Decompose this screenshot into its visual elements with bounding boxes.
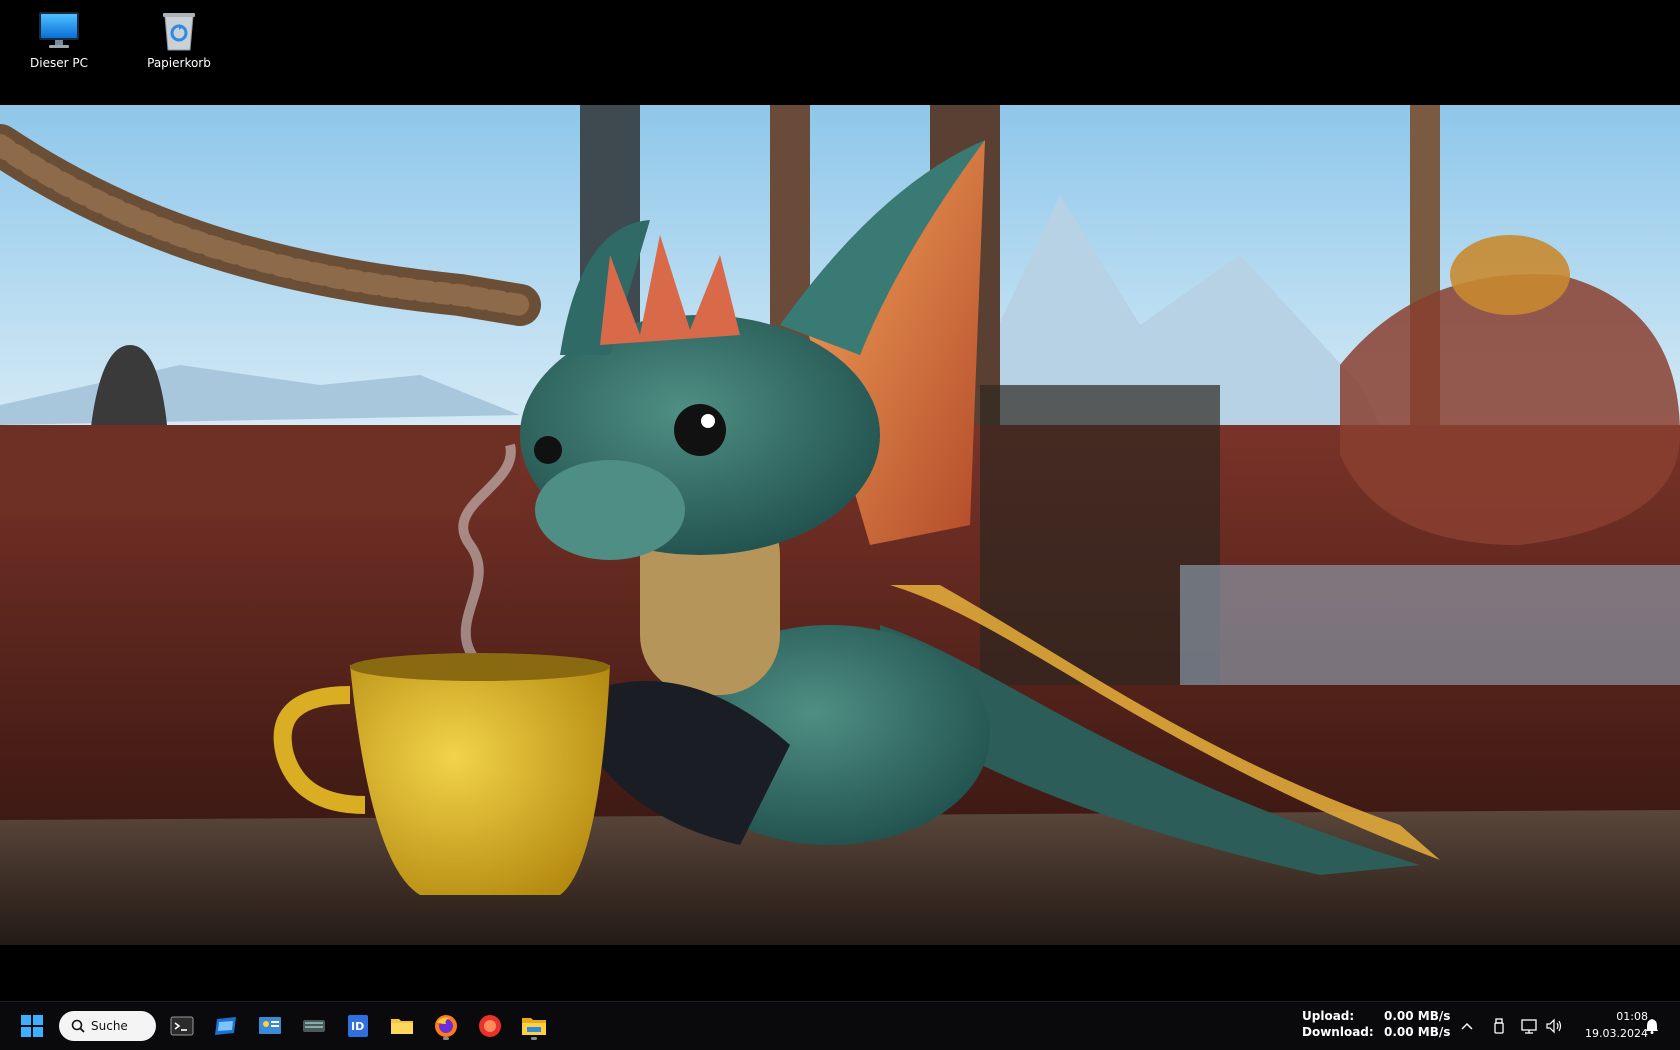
wallpaper <box>0 105 1680 945</box>
download-value: 0.00 MB/s <box>1384 1025 1451 1039</box>
network-speed-widget: Upload: 0.00 MB/s Download: 0.00 MB/s <box>1302 1008 1450 1040</box>
firefox-icon <box>435 1015 457 1037</box>
taskbar-app-keyboard[interactable] <box>298 1010 330 1042</box>
control-panel-icon <box>259 1017 281 1034</box>
usb-icon <box>1494 1018 1504 1034</box>
upload-value: 0.00 MB/s <box>1384 1009 1451 1023</box>
desktop-icon-label: Papierkorb <box>147 56 211 70</box>
keyboard-icon <box>303 1020 325 1032</box>
tray-network[interactable] <box>1520 1016 1540 1036</box>
bell-icon <box>1646 1019 1658 1034</box>
show-hidden-icons-button[interactable] <box>1457 1016 1477 1036</box>
clock[interactable]: 01:08 19.03.2024 <box>1576 1008 1648 1042</box>
tray-volume[interactable] <box>1544 1016 1564 1036</box>
taskbar-app-record[interactable] <box>474 1010 506 1042</box>
search-label: Suche <box>91 1019 128 1033</box>
desktop-icon-recycle-bin[interactable]: Papierkorb <box>134 8 224 70</box>
upload-label: Upload: <box>1302 1009 1355 1023</box>
monitor-icon <box>39 12 79 48</box>
taskbar-app-file-explorer[interactable] <box>518 1010 550 1042</box>
download-label: Download: <box>1302 1025 1374 1039</box>
notifications-button[interactable] <box>1642 1016 1662 1036</box>
taskbar-app-terminal[interactable] <box>166 1010 198 1042</box>
dragon-wallpaper <box>0 105 1680 945</box>
search-box[interactable]: Suche <box>59 1011 156 1041</box>
taskbar-app-window[interactable] <box>210 1010 242 1042</box>
taskbar-app-id[interactable]: ID <box>342 1010 374 1042</box>
network-icon <box>1521 1019 1537 1034</box>
clock-time: 01:08 <box>1616 1010 1648 1023</box>
tray-usb[interactable] <box>1489 1016 1509 1036</box>
record-icon <box>479 1015 501 1037</box>
svg-text:ID: ID <box>351 1020 364 1033</box>
start-button[interactable] <box>16 1010 48 1042</box>
desktop-icon-this-pc[interactable]: Dieser PC <box>14 8 104 70</box>
window-icon <box>215 1017 236 1035</box>
desktop-icon-label: Dieser PC <box>30 56 88 70</box>
taskbar-app-control-panel[interactable] <box>254 1010 286 1042</box>
clock-date: 19.03.2024 <box>1585 1027 1648 1040</box>
chevron-up-icon <box>1461 1022 1473 1030</box>
folder-icon <box>391 1019 413 1034</box>
taskbar: Suche ID Upload: 0.00 MB/s Download: 0.0… <box>0 1001 1680 1050</box>
file-explorer-icon <box>522 1018 546 1035</box>
search-icon <box>71 1019 85 1033</box>
taskbar-app-firefox[interactable] <box>430 1010 462 1042</box>
running-indicator <box>443 1037 449 1040</box>
running-indicator <box>531 1037 537 1040</box>
volume-icon <box>1546 1018 1562 1034</box>
taskbar-app-folder[interactable] <box>386 1010 418 1042</box>
recycle-bin-icon <box>163 13 195 51</box>
start-icon <box>21 1015 43 1037</box>
id-app-icon: ID <box>348 1015 368 1037</box>
terminal-icon <box>170 1016 194 1036</box>
